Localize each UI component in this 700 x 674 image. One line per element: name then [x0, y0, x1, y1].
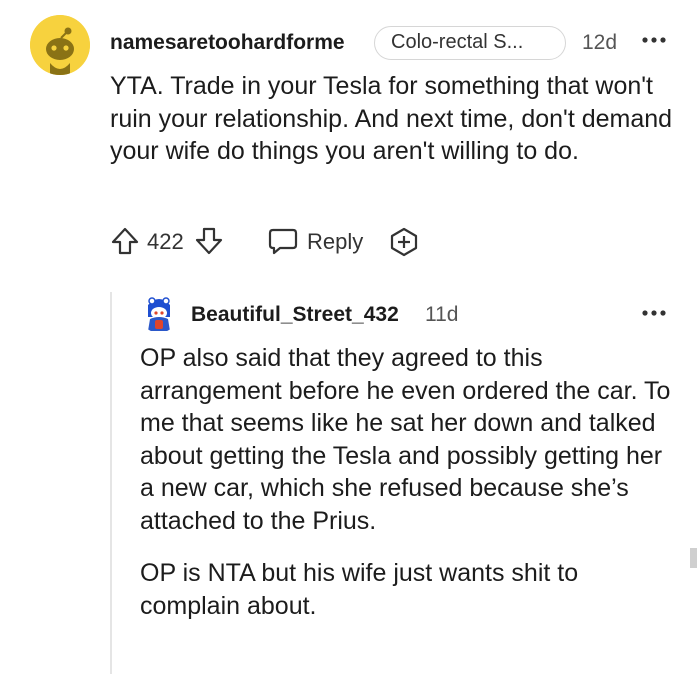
user-flair: Colo-rectal S...: [374, 26, 566, 60]
comment-actions-bar: 422 Reply: [0, 222, 700, 260]
speech-bubble-icon: [268, 228, 298, 255]
vote-score: 422: [147, 229, 184, 254]
upvote-arrow-icon: [111, 227, 139, 255]
more-dots-icon: [642, 37, 666, 43]
reply-button[interactable]: Reply: [307, 229, 363, 255]
more-dots-icon: [642, 310, 666, 316]
reply-paragraph: OP also said that they agreed to this ar…: [140, 344, 671, 535]
thread-collapse-line[interactable]: [110, 292, 112, 674]
reply-author[interactable]: Beautiful_Street_432: [191, 303, 399, 327]
reply-paragraph: OP is NTA but his wife just wants shit t…: [140, 559, 579, 620]
comment-author[interactable]: namesaretoohardforme: [110, 31, 345, 55]
reply-body: OP also said that they agreed to this ar…: [140, 342, 680, 642]
user-avatar[interactable]: [30, 15, 90, 75]
reply-icon-button[interactable]: [268, 227, 298, 255]
snoo-avatar-icon: [30, 15, 90, 75]
reply-timestamp: 11d: [425, 303, 459, 326]
comment-body: YTA. Trade in your Tesla for something t…: [110, 72, 673, 165]
reply-more-options-button[interactable]: [640, 303, 668, 323]
more-options-button[interactable]: [640, 30, 668, 50]
comment-timestamp: 12d: [582, 31, 618, 54]
snoo-avatar-icon: [140, 295, 178, 333]
downvote-button[interactable]: [194, 226, 224, 256]
award-button[interactable]: [389, 227, 419, 257]
scrollbar-thumb[interactable]: [690, 548, 697, 568]
downvote-arrow-icon: [195, 227, 223, 255]
upvote-button[interactable]: [110, 226, 140, 256]
award-plus-icon: [390, 227, 418, 257]
reply-user-avatar[interactable]: [140, 295, 178, 333]
